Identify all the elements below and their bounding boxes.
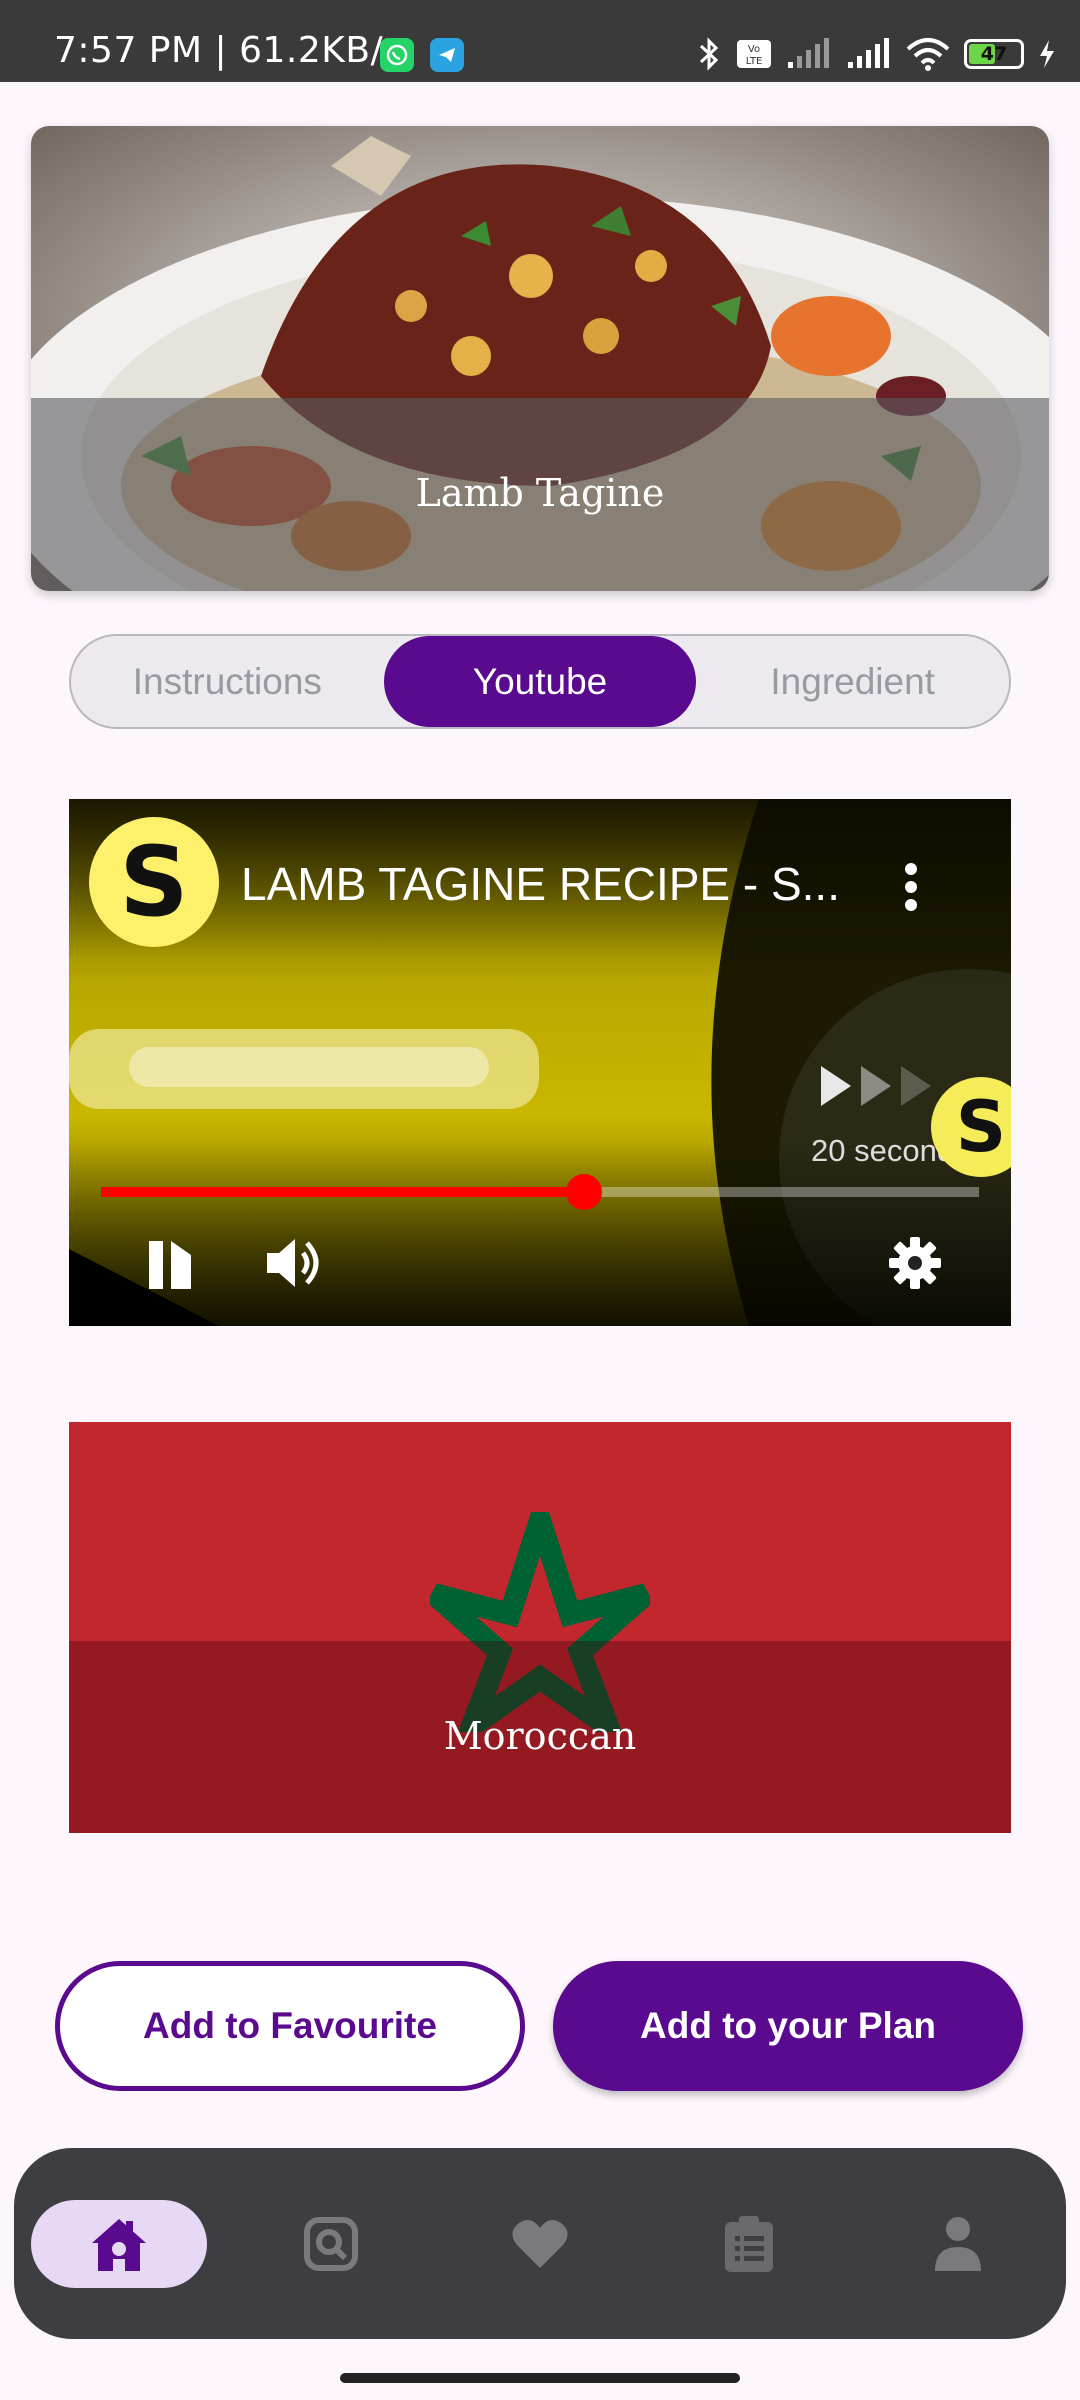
nav-item-home[interactable] <box>31 2200 207 2288</box>
nav-item-favourites[interactable] <box>452 2200 628 2288</box>
signal-icon <box>848 38 889 68</box>
cuisine-card[interactable]: Moroccan <box>69 1422 1011 1833</box>
tab-instructions[interactable]: Instructions <box>71 636 384 727</box>
settings-gear-icon[interactable] <box>887 1235 943 1291</box>
more-vert-icon[interactable] <box>901 861 921 913</box>
tab-youtube[interactable]: Youtube <box>383 636 697 727</box>
svg-text:LTE: LTE <box>746 56 763 67</box>
svg-text:Vo: Vo <box>748 44 760 55</box>
autoplay-next-icon <box>821 1066 931 1106</box>
charging-icon <box>1040 40 1054 68</box>
wifi-icon <box>906 38 950 71</box>
video-progress-bar[interactable] <box>101 1174 979 1210</box>
pause-icon[interactable] <box>147 1237 193 1293</box>
recipe-title: Lamb Tagine <box>415 471 665 515</box>
clipboard-icon <box>725 2216 773 2272</box>
volume-icon[interactable] <box>265 1233 329 1293</box>
bluetooth-icon <box>699 37 719 71</box>
add-to-plan-button[interactable]: Add to your Plan <box>553 1961 1023 2091</box>
status-time-speed: 7:57 PM | 61.2KB/s <box>54 30 403 71</box>
battery-level: 47 <box>980 43 1008 65</box>
person-icon <box>935 2217 981 2271</box>
recipe-hero-card[interactable]: Lamb Tagine <box>31 126 1049 591</box>
tab-ingredient[interactable]: Ingredient <box>696 636 1009 727</box>
progress-scrubber[interactable] <box>565 1174 602 1210</box>
nav-item-profile[interactable] <box>870 2200 1046 2288</box>
cuisine-label: Moroccan <box>443 1714 637 1758</box>
status-bar: 7:57 PM | 61.2KB/s Vo LTE 47 <box>0 0 1080 82</box>
progress-fill <box>101 1187 584 1197</box>
nav-item-search[interactable] <box>243 2200 419 2288</box>
video-title[interactable]: LAMB TAGINE RECIPE - S... <box>241 857 840 911</box>
telegram-icon <box>430 38 464 72</box>
home-icon <box>92 2219 146 2271</box>
nav-item-plan[interactable] <box>661 2200 837 2288</box>
signal-icon <box>788 38 829 68</box>
youtube-player[interactable]: S LAMB TAGINE RECIPE - S... 20 seconds S <box>69 799 1011 1326</box>
heart-icon <box>512 2219 568 2268</box>
status-icons: Vo LTE 47 <box>696 34 1056 74</box>
volte-icon: VoLTE <box>737 40 771 68</box>
search-icon <box>304 2217 358 2271</box>
gesture-home-indicator[interactable] <box>340 2373 740 2383</box>
bottom-navigation <box>14 2148 1066 2339</box>
add-to-favourite-button[interactable]: Add to Favourite <box>55 1961 525 2091</box>
whatsapp-icon <box>380 38 414 72</box>
channel-avatar[interactable]: S <box>89 817 219 947</box>
segmented-tabs: Instructions Youtube Ingredient <box>69 634 1011 729</box>
battery-icon: 47 <box>964 39 1024 69</box>
